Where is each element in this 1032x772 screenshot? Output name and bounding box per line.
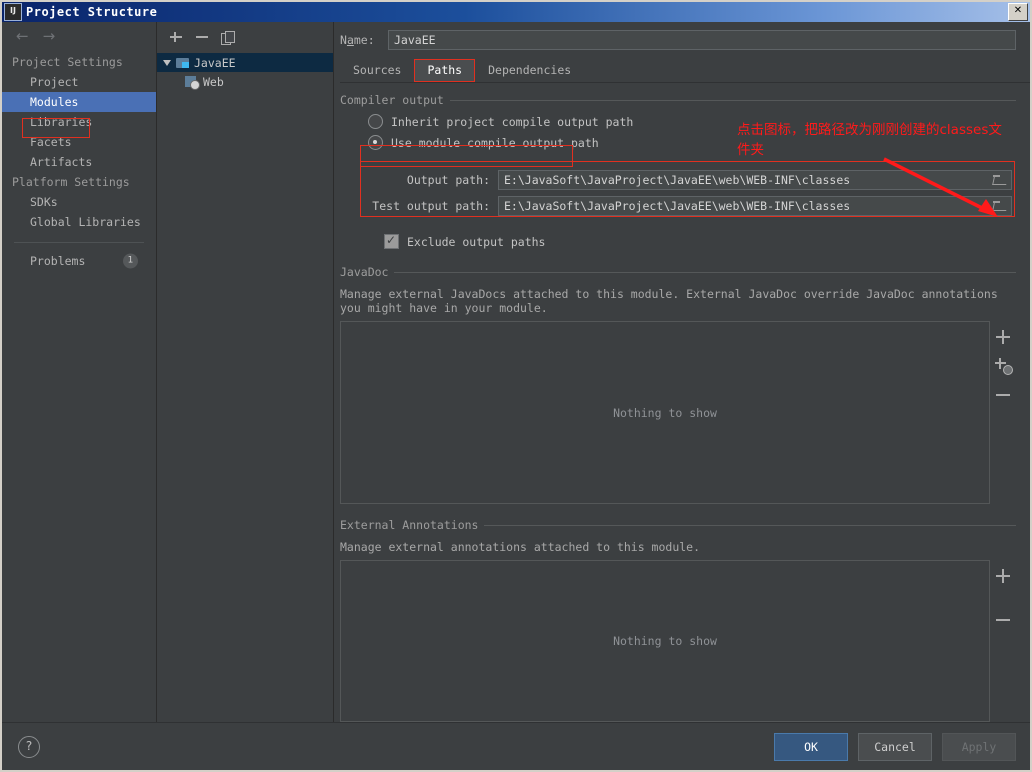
inherit-output-row[interactable]: Inherit project compile output path bbox=[340, 111, 1016, 132]
title-bar: IJ Project Structure ✕ bbox=[2, 2, 1030, 22]
sidebar-item-problems-label: Problems bbox=[30, 254, 86, 268]
external-annotations-title: External Annotations bbox=[340, 518, 479, 533]
module-name-label: Name: bbox=[340, 33, 375, 47]
external-annotations-remove-icon[interactable] bbox=[996, 613, 1010, 627]
javadoc-empty-text: Nothing to show bbox=[613, 405, 717, 420]
dialog-body: ← → Project Settings Project Modules Lib… bbox=[2, 22, 1030, 722]
tree-node-javaee[interactable]: JavaEE bbox=[157, 53, 333, 72]
sidebar-item-global-libraries[interactable]: Global Libraries bbox=[2, 212, 156, 232]
output-path-field[interactable]: E:\JavaSoft\JavaProject\JavaEE\web\WEB-I… bbox=[498, 170, 1012, 190]
javadoc-add-url-icon[interactable] bbox=[995, 358, 1013, 375]
problems-count-badge: 1 bbox=[123, 253, 138, 269]
external-annotations-empty-text: Nothing to show bbox=[613, 634, 717, 649]
javadoc-list[interactable]: Nothing to show bbox=[340, 321, 990, 505]
help-icon[interactable]: ? bbox=[18, 735, 40, 758]
tab-paths[interactable]: Paths bbox=[414, 59, 476, 82]
browse-folder-icon-test[interactable] bbox=[989, 197, 1011, 215]
ok-button[interactable]: OK bbox=[774, 732, 848, 761]
test-output-path-value: E:\JavaSoft\JavaProject\JavaEE\web\WEB-I… bbox=[504, 199, 851, 213]
compiler-output-title-row: Compiler output bbox=[340, 93, 1016, 107]
nav-arrows: ← → bbox=[2, 26, 156, 52]
javadoc-description: Manage external JavaDocs attached to thi… bbox=[340, 287, 998, 315]
external-annotations-list[interactable]: Nothing to show bbox=[340, 560, 990, 722]
tree-node-javaee-label: JavaEE bbox=[194, 55, 236, 70]
compiler-output-title: Compiler output bbox=[340, 93, 444, 107]
javadoc-list-wrap: Nothing to show bbox=[340, 321, 1016, 505]
add-module-icon[interactable] bbox=[169, 30, 183, 44]
javadoc-divider-line bbox=[394, 271, 1016, 273]
web-facet-icon bbox=[185, 75, 200, 90]
compiler-output-group: Compiler output Inherit project compile … bbox=[340, 93, 1016, 167]
copy-module-icon[interactable] bbox=[221, 30, 235, 45]
sidebar-item-sdks[interactable]: SDKs bbox=[2, 192, 156, 212]
settings-sidebar: ← → Project Settings Project Modules Lib… bbox=[2, 22, 157, 722]
external-annotations-add-icon[interactable] bbox=[996, 569, 1010, 584]
javadoc-section: JavaDoc Manage external JavaDocs attache… bbox=[340, 265, 1016, 505]
app-icon: IJ bbox=[4, 3, 22, 21]
javadoc-remove-icon[interactable] bbox=[996, 388, 1010, 402]
module-tree-panel: JavaEE Web bbox=[157, 22, 334, 722]
module-folder-icon bbox=[176, 57, 190, 69]
tab-sources[interactable]: Sources bbox=[340, 59, 414, 82]
sidebar-item-libraries[interactable]: Libraries bbox=[2, 112, 156, 132]
external-annotations-description: Manage external annotations attached to … bbox=[340, 540, 701, 555]
cancel-button[interactable]: Cancel bbox=[858, 732, 932, 761]
module-editor: Name: Sources Paths Dependencies Compile… bbox=[334, 22, 1030, 722]
test-output-path-label: Test output path: bbox=[372, 199, 490, 213]
paths-panel: Compiler output Inherit project compile … bbox=[334, 83, 1030, 722]
sidebar-item-project[interactable]: Project bbox=[2, 72, 156, 92]
test-output-path-field[interactable]: E:\JavaSoft\JavaProject\JavaEE\web\WEB-I… bbox=[498, 196, 1012, 216]
sidebar-item-artifacts[interactable]: Artifacts bbox=[2, 152, 156, 172]
browse-folder-icon[interactable] bbox=[989, 171, 1011, 189]
use-module-output-label: Use module compile output path bbox=[391, 135, 599, 150]
dialog-footer: ? OK Cancel Apply bbox=[2, 722, 1030, 770]
sidebar-group-project-settings: Project Settings bbox=[12, 55, 123, 69]
inherit-output-radio[interactable] bbox=[368, 114, 383, 129]
external-annotations-list-wrap: Nothing to show bbox=[340, 560, 1016, 722]
javadoc-add-icon[interactable] bbox=[996, 330, 1010, 344]
sidebar-item-problems[interactable]: Problems 1 bbox=[2, 251, 156, 271]
close-icon[interactable]: ✕ bbox=[1008, 3, 1028, 21]
use-module-output-radio[interactable] bbox=[368, 135, 383, 150]
javadoc-title: JavaDoc bbox=[340, 265, 389, 279]
sidebar-group-platform-settings: Platform Settings bbox=[12, 175, 130, 189]
sidebar-item-modules[interactable]: Modules bbox=[2, 92, 156, 112]
apply-button[interactable]: Apply bbox=[942, 732, 1016, 761]
group-divider-line bbox=[449, 99, 1016, 101]
sidebar-item-facets[interactable]: Facets bbox=[2, 132, 156, 152]
exclude-output-label: Exclude output paths bbox=[407, 234, 546, 249]
output-path-value: E:\JavaSoft\JavaProject\JavaEE\web\WEB-I… bbox=[504, 173, 851, 187]
chevron-down-icon[interactable] bbox=[163, 59, 171, 66]
use-module-output-row[interactable]: Use module compile output path bbox=[340, 132, 1016, 153]
external-annotations-title-row: External Annotations bbox=[340, 518, 1016, 532]
module-tabs: Sources Paths Dependencies bbox=[340, 59, 1030, 83]
forward-arrow-icon[interactable]: → bbox=[43, 29, 56, 44]
test-output-path-row: Test output path: E:\JavaSoft\JavaProjec… bbox=[370, 193, 1016, 219]
exclude-output-row[interactable]: Exclude output paths bbox=[340, 229, 1016, 251]
inherit-output-label: Inherit project compile output path bbox=[391, 114, 634, 129]
window-title: Project Structure bbox=[26, 5, 158, 19]
javadoc-title-row: JavaDoc bbox=[340, 265, 1016, 279]
output-path-row: Output path: E:\JavaSoft\JavaProject\Jav… bbox=[370, 167, 1016, 193]
exclude-output-checkbox[interactable] bbox=[384, 233, 399, 249]
tab-dependencies[interactable]: Dependencies bbox=[475, 59, 584, 82]
back-arrow-icon[interactable]: ← bbox=[16, 29, 29, 44]
external-annotations-divider-line bbox=[484, 524, 1016, 526]
sidebar-divider bbox=[14, 242, 144, 243]
module-name-row: Name: bbox=[334, 22, 1030, 50]
module-name-input[interactable] bbox=[388, 30, 1016, 50]
external-annotations-section: External Annotations Manage external ann… bbox=[340, 518, 1016, 722]
tree-node-web-label: Web bbox=[203, 74, 224, 89]
external-annotations-list-tools bbox=[990, 560, 1016, 722]
module-tree-toolbar bbox=[157, 22, 333, 53]
remove-module-icon[interactable] bbox=[195, 30, 209, 44]
output-path-label: Output path: bbox=[406, 173, 490, 187]
output-paths-block: Output path: E:\JavaSoft\JavaProject\Jav… bbox=[340, 161, 1016, 225]
tree-node-web[interactable]: Web bbox=[157, 72, 333, 91]
project-structure-dialog: IJ Project Structure ✕ ← → Project Setti… bbox=[0, 0, 1032, 772]
javadoc-list-tools bbox=[990, 321, 1016, 504]
